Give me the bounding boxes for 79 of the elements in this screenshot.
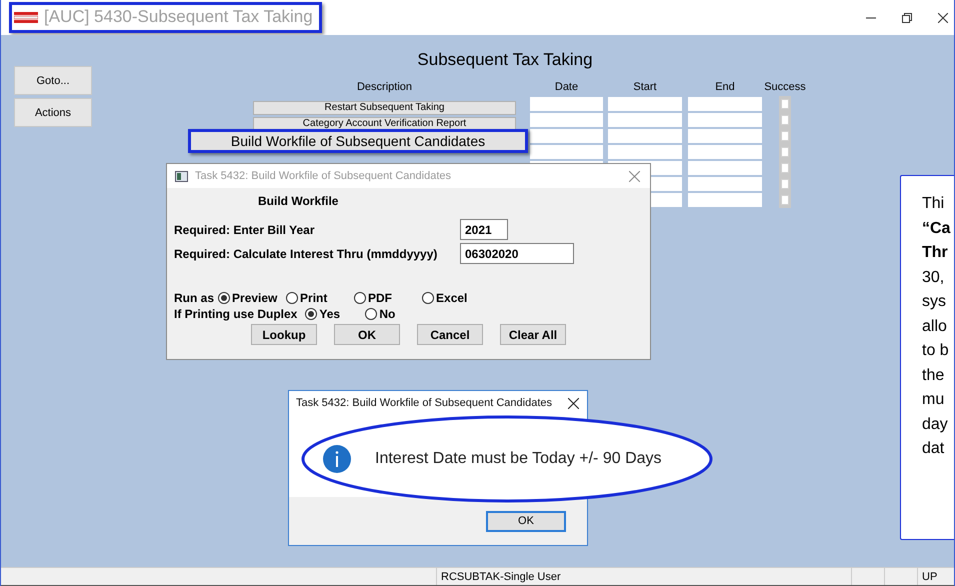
callout-text: Thr xyxy=(922,243,949,263)
date-field[interactable] xyxy=(530,145,603,159)
callout-text: to b xyxy=(922,341,950,361)
task-button[interactable]: Restart Subsequent Taking xyxy=(253,101,516,115)
app-logo-icon xyxy=(14,12,38,22)
field-label: Required: Enter Bill Year xyxy=(174,222,316,236)
radio-button[interactable] xyxy=(218,292,230,304)
ok-button[interactable]: OK xyxy=(486,510,566,532)
column-header: End xyxy=(715,81,735,93)
date-field[interactable] xyxy=(688,177,762,191)
date-field[interactable] xyxy=(608,129,682,143)
date-field[interactable] xyxy=(688,97,762,111)
message-title: Task 5432: Build Workfile of Subsequent Candidates xyxy=(296,397,552,409)
page-heading: Subsequent Tax Taking xyxy=(417,49,593,71)
dialog-heading: Build Workfile xyxy=(258,194,340,208)
radio-button[interactable] xyxy=(354,292,366,304)
callout-text: “Ca xyxy=(922,218,952,238)
task-button[interactable]: Build Workfile of Subsequent Candidates xyxy=(188,129,528,153)
status-text: RCSUBTAK-Single User xyxy=(441,570,561,582)
success-checkbox[interactable] xyxy=(781,99,789,109)
field-label: Run as xyxy=(174,291,214,305)
dialog-button[interactable]: Clear All xyxy=(500,324,566,345)
column-header: Success xyxy=(764,81,806,93)
radio-option[interactable]: Print xyxy=(286,291,350,305)
date-field[interactable] xyxy=(530,129,603,143)
callout-text: allo xyxy=(922,316,948,336)
date-field[interactable] xyxy=(608,97,682,111)
success-checkbox[interactable] xyxy=(781,163,789,173)
column-header: Date xyxy=(554,81,578,93)
radio-option[interactable]: PDF xyxy=(354,291,418,305)
close-icon[interactable] xyxy=(568,398,579,408)
date-field[interactable] xyxy=(608,145,682,159)
callout-text: Thi xyxy=(922,194,946,214)
input-field[interactable]: 2021 xyxy=(460,219,508,240)
date-field[interactable] xyxy=(688,193,762,207)
info-icon xyxy=(323,445,351,473)
callout-text: 30, xyxy=(922,268,946,288)
success-checkbox[interactable] xyxy=(781,195,789,205)
date-field[interactable] xyxy=(688,129,762,143)
success-checkbox[interactable] xyxy=(781,147,789,157)
radio-button[interactable] xyxy=(365,308,378,320)
radio-option[interactable]: Excel xyxy=(422,291,486,305)
column-header: Description xyxy=(356,81,412,93)
input-field[interactable]: 06302020 xyxy=(460,243,574,264)
radio-option[interactable]: No xyxy=(365,307,422,321)
dialog-button[interactable]: Cancel xyxy=(417,324,483,345)
radio-option[interactable]: Preview xyxy=(218,291,282,305)
success-checkbox[interactable] xyxy=(781,179,789,189)
callout-text: day xyxy=(922,414,949,434)
dialog-button[interactable]: Lookup xyxy=(251,324,317,345)
radio-option[interactable]: Yes xyxy=(305,307,362,321)
date-field[interactable] xyxy=(608,113,682,127)
date-field[interactable] xyxy=(530,97,603,111)
success-checkbox[interactable] xyxy=(781,131,789,141)
success-checkbox[interactable] xyxy=(781,115,789,125)
field-label: Required: Calculate Interest Thru (mmddyyyy) xyxy=(174,246,438,260)
date-field[interactable] xyxy=(688,113,762,127)
side-button[interactable]: Actions xyxy=(14,98,92,127)
radio-button[interactable] xyxy=(422,292,434,304)
callout-text: mu xyxy=(922,390,946,410)
field-label: If Printing use Duplex xyxy=(174,307,298,321)
window-icon xyxy=(175,170,188,182)
date-field[interactable] xyxy=(530,113,603,127)
restore-icon[interactable] xyxy=(902,12,912,22)
dialog-title: Task 5432: Build Workfile of Subsequent Candidates xyxy=(195,170,452,182)
column-header: Start xyxy=(633,81,657,93)
radio-button[interactable] xyxy=(286,292,298,304)
close-icon[interactable] xyxy=(938,12,948,22)
status-mode: UP xyxy=(922,570,938,582)
window-title: [AUC] 5430-Subsequent Tax Taking xyxy=(44,7,313,27)
message-text: Interest Date must be Today +/- 90 Days xyxy=(375,450,662,468)
callout-text: sys xyxy=(922,292,947,312)
radio-button[interactable] xyxy=(305,308,318,320)
callout-text: the xyxy=(922,366,946,386)
callout-text: dat xyxy=(922,439,946,459)
side-button[interactable]: Goto... xyxy=(14,66,92,95)
date-field[interactable] xyxy=(688,145,762,159)
dialog-button[interactable]: OK xyxy=(334,324,400,345)
date-field[interactable] xyxy=(688,161,762,175)
